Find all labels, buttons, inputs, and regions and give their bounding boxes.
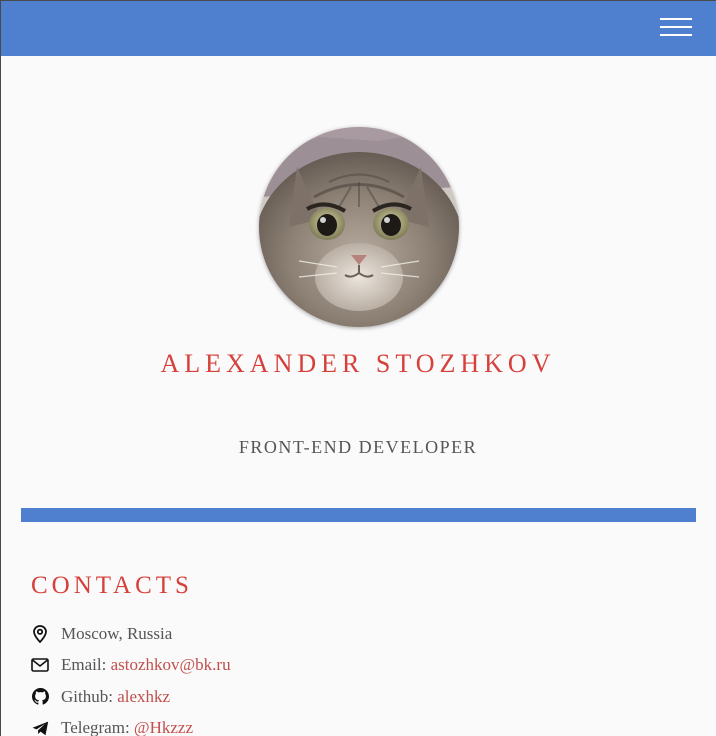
profile-name: Alexander Stozhkov xyxy=(160,349,556,378)
email-link[interactable]: astozhkov@bk.ru xyxy=(111,655,231,675)
menu-line xyxy=(660,18,692,20)
contact-github: Github: alexhkz xyxy=(31,681,231,713)
contact-email: Email: astozhkov@bk.ru xyxy=(31,650,231,682)
github-icon xyxy=(31,688,49,706)
location-pin-icon xyxy=(31,624,49,643)
location-text: Moscow, Russia xyxy=(61,623,173,643)
telegram-label: Telegram: xyxy=(61,718,134,736)
contacts-title: Contacts xyxy=(31,572,193,599)
menu-line xyxy=(660,34,692,36)
hamburger-menu-icon[interactable] xyxy=(660,17,692,39)
contact-telegram: Telegram: @Hkzzz xyxy=(31,713,231,736)
telegram-link[interactable]: @Hkzzz xyxy=(134,718,193,736)
cat-avatar-image xyxy=(259,127,459,327)
profile-role: Front-end Developer xyxy=(238,437,478,457)
avatar xyxy=(259,127,459,327)
section-divider xyxy=(21,508,696,522)
top-navigation-bar xyxy=(0,0,716,56)
email-label: Email: xyxy=(61,655,111,675)
github-link[interactable]: alexhkz xyxy=(117,687,170,707)
envelope-icon xyxy=(31,656,49,674)
contacts-list: Moscow, Russia Email: astozhkov@bk.ru Gi… xyxy=(31,618,231,736)
github-label: Github: xyxy=(61,686,118,706)
telegram-icon xyxy=(31,719,49,736)
menu-line xyxy=(660,26,692,28)
contact-location: Moscow, Russia xyxy=(31,618,231,650)
